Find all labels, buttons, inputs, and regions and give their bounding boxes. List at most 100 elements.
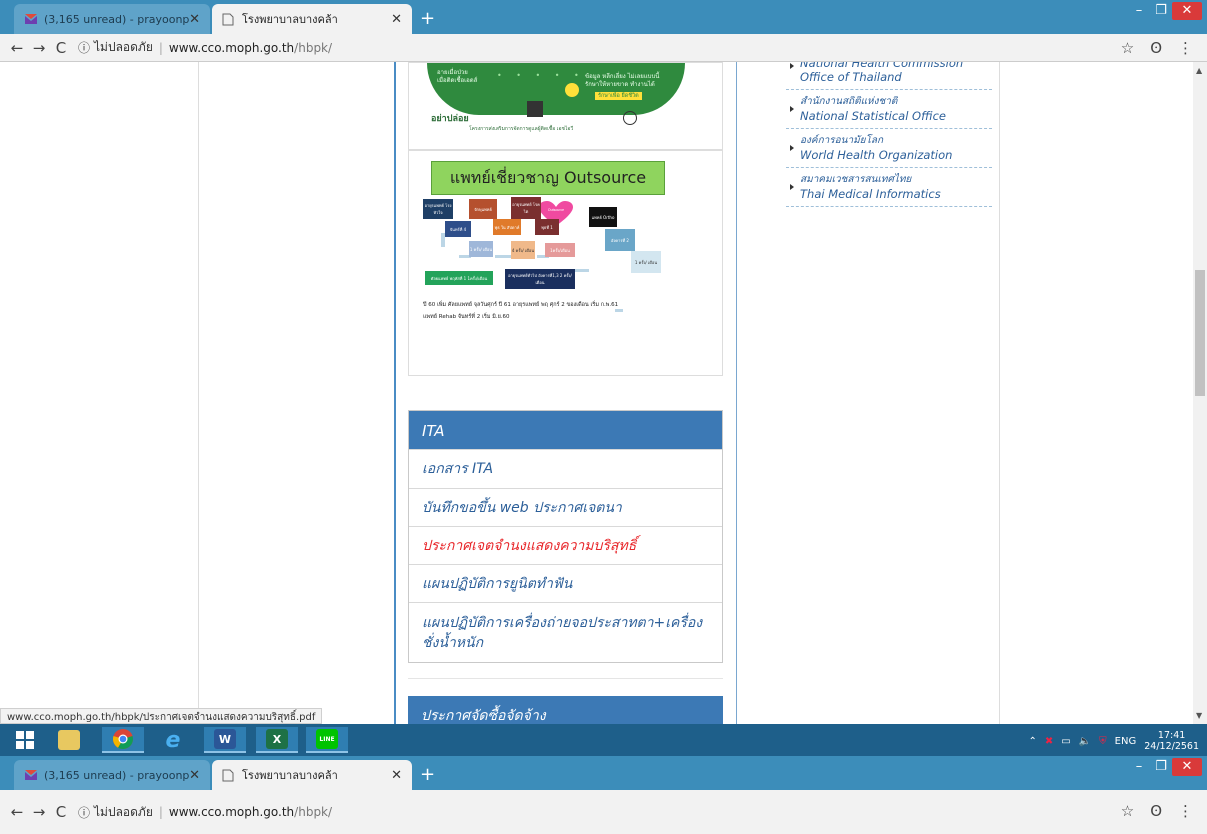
windows-icon bbox=[16, 731, 34, 749]
forward-button[interactable]: → bbox=[28, 39, 50, 57]
url-path: /hbpk/ bbox=[294, 40, 333, 55]
poster-dots: • • • • • bbox=[497, 71, 585, 80]
ita-panel: ITA เอกสาร ITA บันทึกขอขึ้น web ประกาศเจ… bbox=[408, 410, 723, 663]
ita-link-fundus-camera-plan[interactable]: แผนปฏิบัติการเครื่องถ่ายจอประสาทตา+เครื่… bbox=[409, 602, 722, 662]
flow-box: 1 ครั้ง/ เดือน bbox=[631, 251, 661, 273]
taskbar-line[interactable]: LINE bbox=[306, 727, 348, 753]
shield-icon[interactable]: ⛨ bbox=[1099, 736, 1107, 747]
flow-box: 1ครั้ง/เดือน bbox=[545, 243, 575, 257]
new-tab-button[interactable]: + bbox=[420, 764, 435, 785]
tab-hospital[interactable]: โรงพยาบาลบางคล้า ✕ bbox=[212, 4, 412, 34]
link-tmi[interactable]: สมาคมเวชสารสนเทศไทย Thai Medical Informa… bbox=[786, 168, 992, 207]
new-tab-button[interactable]: + bbox=[420, 8, 435, 29]
scroll-down-icon[interactable]: ▼ bbox=[1196, 711, 1202, 720]
bullet-icon bbox=[790, 106, 794, 112]
system-tray: ⌃ ✖ ▭ 🔈 ⛨ ENG 17:41 24/12/2561 bbox=[1028, 730, 1199, 752]
outsource-card[interactable]: แพทย์เชี่ยวชาญ Outsource Outsource อายุร… bbox=[408, 150, 723, 376]
reload-button[interactable]: C bbox=[50, 39, 72, 57]
minimize-button[interactable]: – bbox=[1128, 758, 1150, 776]
taskbar-ie[interactable]: e bbox=[152, 727, 194, 753]
flow-box: อายุรแพทย์ โรงหัวใจ bbox=[423, 199, 453, 219]
tab-hospital[interactable]: โรงพยาบาลบางคล้า ✕ bbox=[212, 760, 412, 790]
forward-button[interactable]: → bbox=[28, 803, 50, 821]
info-icon[interactable]: ⓘ bbox=[78, 804, 90, 821]
seal-icon bbox=[623, 111, 637, 125]
tray-alert-icon[interactable]: ✖ bbox=[1045, 736, 1053, 747]
ita-heading: ITA bbox=[409, 411, 722, 449]
ita-link-documents[interactable]: เอกสาร ITA bbox=[409, 449, 722, 488]
close-tab-icon[interactable]: ✕ bbox=[189, 12, 200, 27]
poster-footer: โครงการส่งเสริมการจัดการดูแลผู้ติดเชื้อ … bbox=[469, 126, 574, 132]
excel-icon: X bbox=[266, 729, 288, 749]
scrollbar-thumb[interactable] bbox=[1195, 270, 1205, 396]
scroll-up-icon[interactable]: ▲ bbox=[1196, 66, 1202, 75]
ita-link-integrity-declaration[interactable]: ประกาศเจตจำนงแสดงความบริสุทธิ์ bbox=[409, 526, 722, 564]
external-links: National Health Commission Office of Tha… bbox=[786, 62, 992, 207]
link-who[interactable]: องค์การอนามัยโลก World Health Organizati… bbox=[786, 129, 992, 168]
close-tab-icon[interactable]: ✕ bbox=[391, 768, 402, 783]
flow-box: จันทร์ที่ 4 bbox=[445, 221, 471, 237]
flow-box: พุธ ใน สัปดาห์ bbox=[493, 219, 521, 235]
tab-mail[interactable]: (3,165 unread) - prayoonpar@ya ✕ bbox=[14, 4, 210, 34]
info-icon[interactable]: ⓘ bbox=[78, 39, 90, 56]
clock[interactable]: 17:41 24/12/2561 bbox=[1144, 730, 1199, 752]
tab-mail[interactable]: (3,165 unread) - prayoonpar@ya ✕ bbox=[14, 760, 210, 790]
page-viewport: อายเมื่อป่วย เมื่อติดเชื้อเอดส์ • • • • … bbox=[0, 62, 1193, 724]
flow-box: อายุรแพทย์ทั่วไป อังคารที่1,3 2 ครั้ง/เด… bbox=[505, 269, 575, 289]
menu-icon[interactable]: ⋮ bbox=[1178, 39, 1193, 57]
bookmark-star-icon[interactable]: ☆ bbox=[1121, 39, 1134, 57]
tab-title: โรงพยาบาลบางคล้า bbox=[242, 769, 338, 782]
flow-box: อังคารที่ 2 bbox=[605, 229, 635, 251]
taskbar-excel[interactable]: X bbox=[256, 727, 298, 753]
ita-link-web-memo[interactable]: บันทึกขอขึ้น web ประกาศเจตนา bbox=[409, 488, 722, 526]
hiv-poster-image[interactable]: อายเมื่อป่วย เมื่อติดเชื้อเอดส์ • • • • … bbox=[408, 62, 723, 150]
volume-icon[interactable]: 🔈 bbox=[1079, 736, 1091, 747]
language-indicator[interactable]: ENG bbox=[1115, 736, 1137, 747]
poster-text: เมื่อติดเชื้อเอดส์ bbox=[437, 77, 478, 84]
link-en: National Statistical Office bbox=[800, 109, 946, 123]
page-icon bbox=[222, 13, 236, 26]
close-tab-icon[interactable]: ✕ bbox=[391, 12, 402, 27]
security-label: ไม่ปลอดภัย bbox=[94, 804, 153, 819]
vertical-scrollbar[interactable]: ▲ ▼ bbox=[1193, 62, 1207, 724]
qr-code-icon bbox=[527, 101, 543, 117]
bookmark-star-icon[interactable]: ☆ bbox=[1121, 802, 1134, 820]
menu-icon[interactable]: ⋮ bbox=[1178, 802, 1193, 820]
divider: | bbox=[158, 805, 163, 819]
maximize-button[interactable]: ❐ bbox=[1150, 758, 1172, 776]
browser-toolbar: ← → C ⓘ ไม่ปลอดภัย | www.cco.moph.go.th … bbox=[0, 34, 1207, 62]
link-nso[interactable]: สำนักงานสถิติแห่งชาติ National Statistic… bbox=[786, 90, 992, 129]
address-bar[interactable]: ⓘ ไม่ปลอดภัย | www.cco.moph.go.th /hbpk/ bbox=[78, 803, 332, 822]
bullet-icon bbox=[790, 184, 794, 190]
maximize-button[interactable]: ❐ bbox=[1150, 2, 1172, 20]
back-button[interactable]: ← bbox=[6, 803, 28, 821]
taskbar-chrome[interactable] bbox=[102, 727, 144, 753]
flow-box: พุธที่ 1 bbox=[535, 219, 559, 235]
minimize-button[interactable]: – bbox=[1128, 2, 1150, 20]
profile-icon[interactable]: ʘ bbox=[1150, 802, 1162, 820]
close-window-button[interactable]: ✕ bbox=[1172, 758, 1202, 776]
close-tab-icon[interactable]: ✕ bbox=[189, 768, 200, 783]
divider bbox=[408, 678, 723, 679]
start-button[interactable] bbox=[4, 727, 46, 753]
taskbar-explorer[interactable] bbox=[48, 727, 90, 753]
reload-button[interactable]: C bbox=[50, 803, 72, 821]
mail-icon bbox=[24, 13, 38, 25]
flow-arrow bbox=[575, 269, 589, 272]
word-icon: W bbox=[214, 729, 236, 749]
link-th: องค์การอนามัยโลก bbox=[800, 135, 884, 146]
url-path: /hbpk/ bbox=[294, 805, 333, 819]
close-window-button[interactable]: ✕ bbox=[1172, 2, 1202, 20]
back-button[interactable]: ← bbox=[6, 39, 28, 57]
address-bar[interactable]: ⓘ ไม่ปลอดภัย | www.cco.moph.go.th /hbpk/ bbox=[78, 38, 332, 57]
taskbar-word[interactable]: W bbox=[204, 727, 246, 753]
tray-chevron-icon[interactable]: ⌃ bbox=[1028, 736, 1036, 747]
profile-icon[interactable]: ʘ bbox=[1150, 39, 1162, 57]
link-nhco[interactable]: National Health Commission Office of Tha… bbox=[786, 62, 992, 90]
ie-icon: e bbox=[165, 727, 181, 753]
ita-link-dental-plan[interactable]: แผนปฏิบัติการยูนิตทำฟัน bbox=[409, 564, 722, 602]
windows-taskbar: e W X LINE ⌃ ✖ ▭ 🔈 ⛨ ENG 17:41 24/12/256… bbox=[0, 724, 1207, 756]
network-icon[interactable]: ▭ bbox=[1061, 736, 1070, 747]
link-th: สมาคมเวชสารสนเทศไทย bbox=[800, 174, 912, 185]
security-label: ไม่ปลอดภัย bbox=[94, 40, 153, 54]
